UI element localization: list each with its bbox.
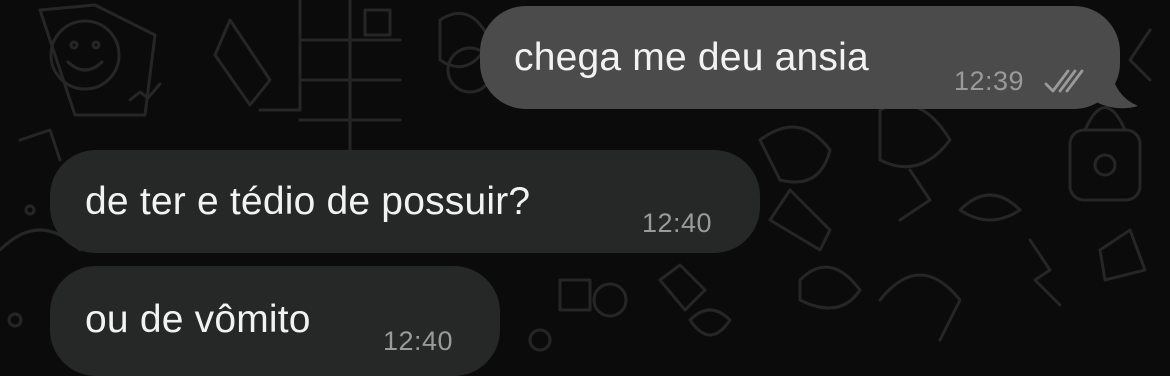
message-bubble-incoming[interactable]: ou de vômito 12:40 — [50, 266, 500, 376]
message-timestamp: 12:40 — [642, 208, 713, 238]
bubble-tail-outgoing — [1096, 66, 1138, 109]
message-text: chega me deu ansia — [514, 36, 869, 79]
message-text: de ter e tédio de possuir? — [85, 180, 531, 223]
double-check-icon — [1044, 69, 1084, 93]
message-timestamp: 12:39 — [954, 66, 1025, 96]
message-bubble-incoming[interactable]: de ter e tédio de possuir? 12:40 — [50, 150, 760, 253]
message-bubble-outgoing[interactable]: chega me deu ansia 12:39 — [480, 6, 1120, 109]
message-text: ou de vômito — [85, 298, 311, 341]
message-timestamp: 12:40 — [383, 326, 454, 356]
